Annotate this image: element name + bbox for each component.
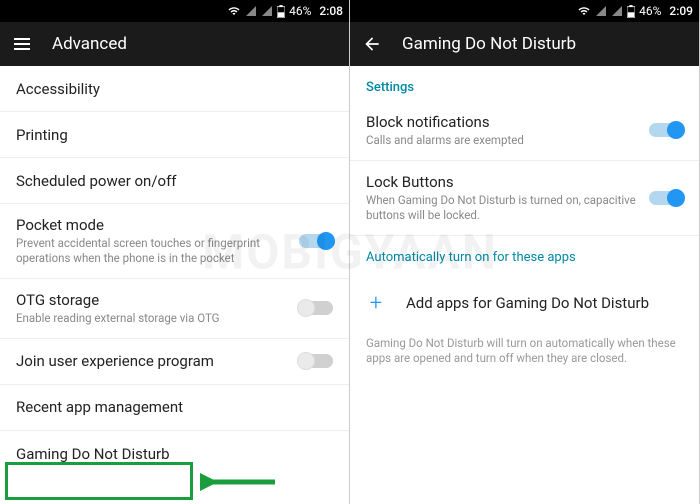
lock-buttons-switch[interactable] bbox=[649, 191, 683, 205]
signal-icon-2 bbox=[611, 5, 623, 17]
app-bar-title: Gaming Do Not Disturb bbox=[402, 34, 576, 54]
item-scheduled-power[interactable]: Scheduled power on/off bbox=[0, 158, 349, 204]
battery-percent: 46% bbox=[639, 4, 661, 18]
app-bar: Advanced bbox=[0, 22, 349, 66]
left-screenshot: 46% 2:08 Advanced Accessibility Printing… bbox=[0, 0, 350, 504]
signal-icon bbox=[245, 5, 257, 17]
right-screenshot: 46% 2:09 Gaming Do Not Disturb Settings … bbox=[350, 0, 700, 504]
signal-icon-2 bbox=[261, 5, 273, 17]
status-bar: 46% 2:08 bbox=[0, 0, 349, 22]
auto-turn-on-link[interactable]: Automatically turn on for these apps bbox=[350, 236, 699, 275]
footnote: Gaming Do Not Disturb will turn on autom… bbox=[350, 332, 699, 383]
settings-list: Accessibility Printing Scheduled power o… bbox=[0, 66, 349, 504]
battery-percent: 46% bbox=[289, 4, 311, 18]
status-bar: 46% 2:09 bbox=[350, 0, 699, 22]
item-accessibility[interactable]: Accessibility bbox=[0, 66, 349, 112]
item-pocket-mode[interactable]: Pocket modePrevent accidental screen tou… bbox=[0, 204, 349, 279]
arrow-annotation bbox=[200, 470, 280, 494]
item-otg-storage[interactable]: OTG storageEnable reading external stora… bbox=[0, 279, 349, 339]
battery-icon bbox=[627, 5, 635, 18]
wifi-icon bbox=[227, 5, 241, 17]
add-apps-label: Add apps for Gaming Do Not Disturb bbox=[406, 294, 649, 312]
uep-switch[interactable] bbox=[299, 354, 333, 368]
item-user-experience[interactable]: Join user experience program bbox=[0, 339, 349, 385]
add-apps-button[interactable]: + Add apps for Gaming Do Not Disturb bbox=[350, 275, 699, 332]
otg-switch[interactable] bbox=[299, 301, 333, 315]
signal-icon bbox=[595, 5, 607, 17]
block-notifications-switch[interactable] bbox=[649, 123, 683, 137]
settings-list: Settings Block notificationsCalls and al… bbox=[350, 66, 699, 504]
item-printing[interactable]: Printing bbox=[0, 112, 349, 158]
clock: 2:08 bbox=[319, 4, 343, 18]
battery-icon bbox=[277, 5, 285, 18]
app-bar-title: Advanced bbox=[52, 34, 127, 54]
clock: 2:09 bbox=[669, 4, 693, 18]
section-header: Settings bbox=[350, 66, 699, 101]
item-recent-app[interactable]: Recent app management bbox=[0, 385, 349, 431]
back-icon[interactable] bbox=[362, 34, 382, 54]
item-lock-buttons[interactable]: Lock ButtonsWhen Gaming Do Not Disturb i… bbox=[350, 161, 699, 236]
plus-icon: + bbox=[366, 291, 386, 316]
app-bar: Gaming Do Not Disturb bbox=[350, 22, 699, 66]
item-gaming-dnd[interactable]: Gaming Do Not Disturb bbox=[0, 431, 349, 477]
wifi-icon bbox=[577, 5, 591, 17]
menu-icon[interactable] bbox=[12, 34, 32, 54]
item-block-notifications[interactable]: Block notificationsCalls and alarms are … bbox=[350, 101, 699, 161]
pocket-mode-switch[interactable] bbox=[299, 234, 333, 248]
